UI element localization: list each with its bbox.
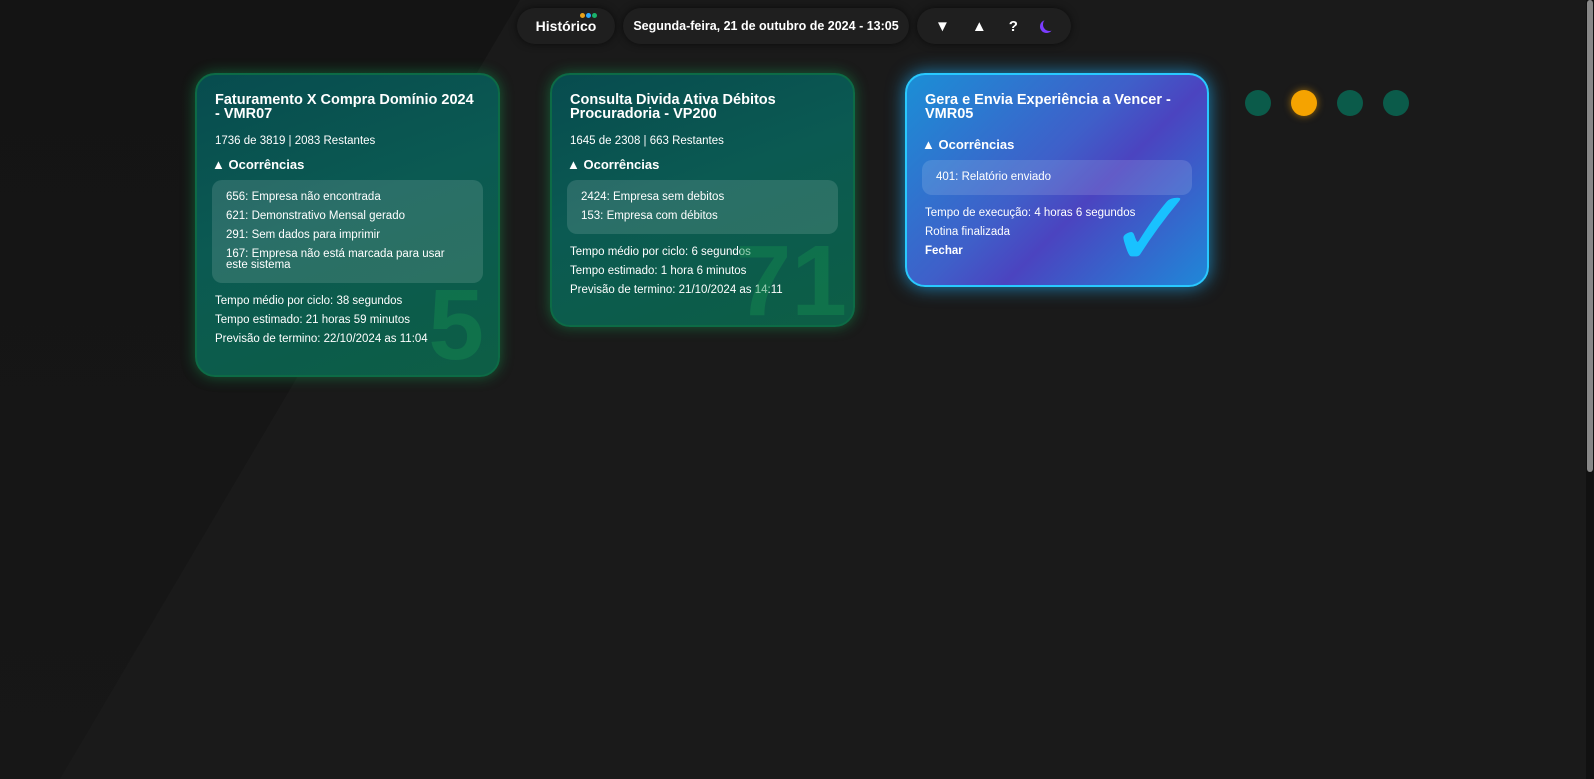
date-display: Segunda-feira, 21 de outubro de 2024 - 1… <box>623 8 909 44</box>
expand-all-button[interactable]: ▲ <box>972 19 987 34</box>
page-dot[interactable] <box>1245 90 1271 116</box>
page-dot[interactable] <box>1337 90 1363 116</box>
occurrence-item: 153: Empresa com débitos <box>581 210 718 222</box>
toolbar: ▼ ▲ ? <box>917 8 1071 44</box>
occurrence-item: 291: Sem dados para imprimir <box>226 229 381 241</box>
historico-label: Histórico <box>535 18 597 34</box>
scrollbar-thumb[interactable] <box>1587 0 1593 472</box>
occurrences-list: 656: Empresa não encontrada 621: Demonst… <box>212 180 483 283</box>
date-label: Segunda-feira, 21 de outubro de 2024 - 1… <box>633 19 899 33</box>
occurrences-toggle[interactable]: ▲ Ocorrências <box>567 157 835 172</box>
card-title: Faturamento X Compra Domínio 2024 - VMR0… <box>215 92 474 122</box>
job-card-vmr05: ✓ Gera e Envia Experiência a Vencer - VM… <box>905 73 1209 287</box>
historico-dots-icon <box>580 13 598 18</box>
occurrence-item: 2424: Empresa sem debitos <box>581 191 725 203</box>
historico-dot <box>580 13 586 18</box>
help-button[interactable]: ? <box>1009 19 1018 34</box>
historico-button[interactable]: Histórico <box>517 8 615 44</box>
card-progress-count: 1645 de 2308 | 663 Restantes <box>570 135 724 147</box>
historico-dot <box>586 13 592 18</box>
card-progress-count: 1736 de 3819 | 2083 Restantes <box>215 135 376 147</box>
page-dot-active[interactable] <box>1291 90 1317 116</box>
page-dot[interactable] <box>1383 90 1409 116</box>
occurrences-toggle[interactable]: ▲ Ocorrências <box>922 137 1189 152</box>
occurrence-item: 621: Demonstrativo Mensal gerado <box>226 210 405 222</box>
occurrence-item: 656: Empresa não encontrada <box>226 191 381 203</box>
card-watermark: 5 <box>428 269 484 377</box>
card-title: Gera e Envia Experiência a Vencer - VMR0… <box>925 92 1171 122</box>
occurrence-item: 167: Empresa não está marcada para usar … <box>226 248 445 271</box>
card-watermark: 71 <box>735 225 847 327</box>
checkmark-icon: ✓ <box>1106 168 1199 287</box>
job-card-vp200: 71 Consulta Divida Ativa Débitos Procura… <box>550 73 855 327</box>
card-title: Consulta Divida Ativa Débitos Procurador… <box>570 92 776 122</box>
collapse-all-button[interactable]: ▼ <box>935 19 950 34</box>
occurrences-toggle[interactable]: ▲ Ocorrências <box>212 157 480 172</box>
historico-dot <box>592 13 598 18</box>
moon-icon[interactable] <box>1043 18 1056 31</box>
job-card-vmr07: 5 Faturamento X Compra Domínio 2024 - VM… <box>195 73 500 377</box>
historico-label-wrap: Histórico <box>535 13 598 34</box>
